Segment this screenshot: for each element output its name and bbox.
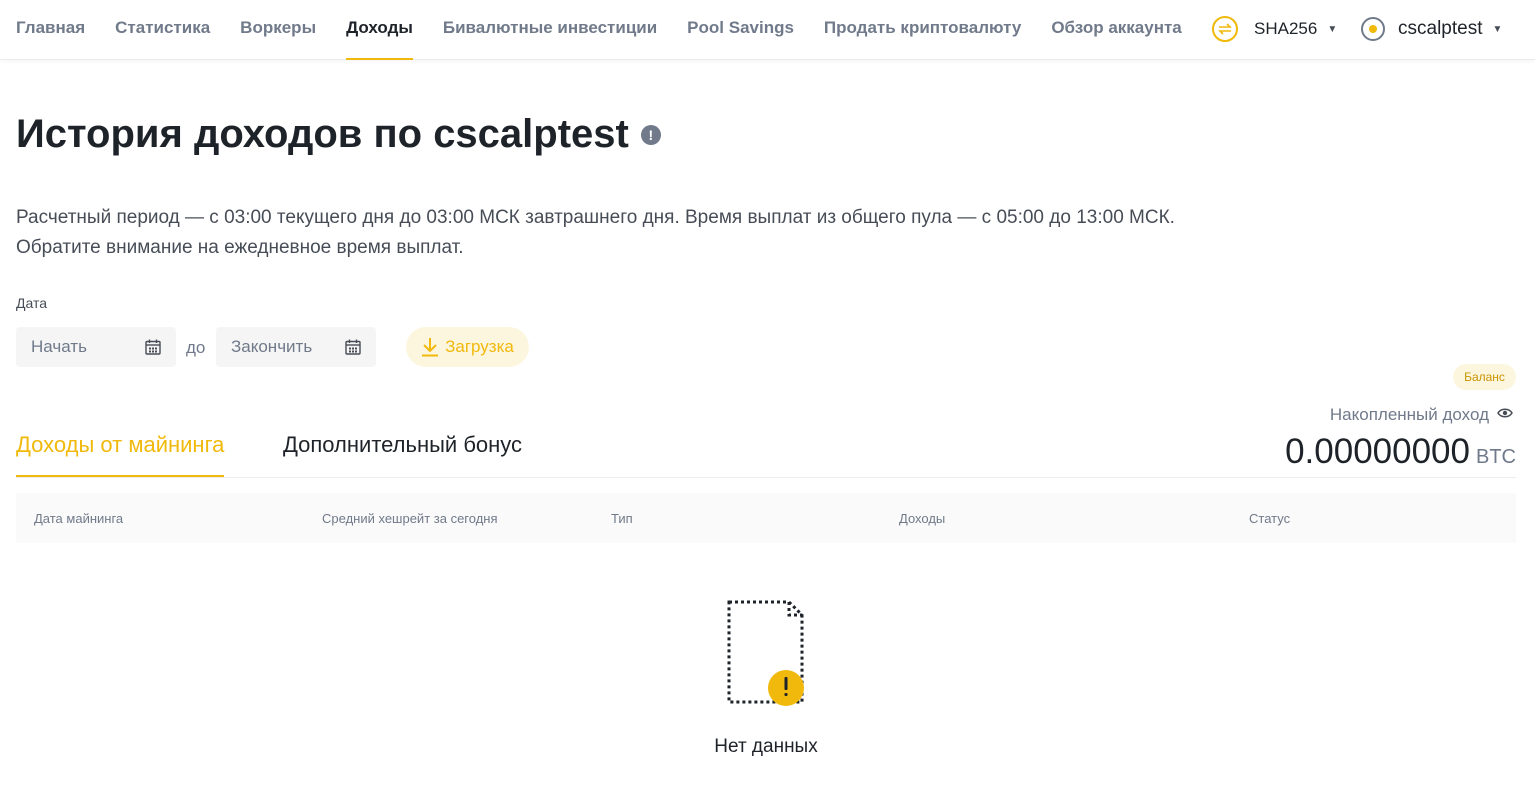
empty-document-icon (727, 600, 804, 706)
top-navigation: Главная Статистика Воркеры Доходы Бивалю… (0, 0, 1535, 60)
download-label: Загрузка (445, 337, 514, 356)
end-date-placeholder: Закончить (231, 337, 313, 356)
column-header-income[interactable]: Доходы (899, 511, 945, 526)
description-line-1: Расчетный период — с 03:00 текущего дня … (16, 207, 1175, 228)
page-title: История доходов по cscalptest ! (16, 112, 661, 157)
download-button[interactable]: Загрузка (406, 327, 529, 367)
start-date-placeholder: Начать (31, 337, 87, 356)
empty-state-text: Нет данных (714, 736, 818, 757)
balance-value: 0.00000000 (1285, 432, 1470, 471)
accumulated-income-label: Накопленный доход (1329, 405, 1489, 424)
balance-amount: 0.00000000 BTC (1285, 432, 1516, 472)
nav-menu: Главная Статистика Воркеры Доходы Бивалю… (16, 0, 1212, 60)
swap-icon (1212, 16, 1238, 42)
calendar-icon (345, 339, 361, 355)
algorithm-selector[interactable]: SHA256 ▼ (1212, 14, 1337, 44)
caret-down-icon: ▼ (1492, 23, 1503, 35)
date-separator: до (186, 338, 206, 357)
tabs-divider (16, 477, 1516, 478)
algorithm-label: SHA256 (1254, 19, 1318, 38)
user-avatar-icon (1361, 17, 1385, 41)
download-icon (422, 338, 439, 357)
nav-item-sell-crypto[interactable]: Продать криптовалюту (824, 0, 1021, 60)
page-description: Расчетный период — с 03:00 текущего дня … (16, 203, 1175, 263)
description-line-2: Обратите внимание на ежедневное время вы… (16, 237, 464, 258)
nav-item-workers[interactable]: Воркеры (240, 0, 316, 60)
column-header-mining-date[interactable]: Дата майнинга (34, 511, 123, 526)
calendar-icon (145, 339, 161, 355)
nav-item-home[interactable]: Главная (16, 0, 85, 60)
nav-item-dual-investment[interactable]: Бивалютные инвестиции (443, 0, 657, 60)
tab-additional-bonus[interactable]: Дополнительный бонус (283, 432, 522, 477)
column-header-type[interactable]: Тип (611, 511, 633, 526)
balance-badge: Баланс (1453, 364, 1516, 390)
page-title-text: История доходов по cscalptest (16, 112, 629, 156)
tab-mining-income[interactable]: Доходы от майнинга (16, 432, 225, 477)
nav-item-statistics[interactable]: Статистика (115, 0, 210, 60)
nav-item-pool-savings[interactable]: Pool Savings (687, 0, 794, 60)
caret-down-icon: ▼ (1327, 23, 1338, 35)
end-date-input[interactable]: Закончить (216, 327, 376, 367)
account-name: cscalptest (1398, 18, 1483, 39)
eye-icon[interactable] (1497, 407, 1513, 419)
column-header-avg-hashrate[interactable]: Средний хешрейт за сегодня (322, 511, 498, 526)
start-date-input[interactable]: Начать (16, 327, 176, 367)
balance-unit: BTC (1476, 446, 1516, 468)
table-header: Дата майнинга Средний хешрейт за сегодня… (16, 493, 1516, 543)
nav-item-account-overview[interactable]: Обзор аккаунта (1051, 0, 1181, 60)
info-icon[interactable]: ! (640, 124, 661, 145)
nav-item-earnings[interactable]: Доходы (346, 0, 413, 60)
account-selector[interactable]: cscalptest ▼ (1361, 14, 1502, 44)
date-label: Дата (16, 295, 48, 311)
column-header-status[interactable]: Статус (1249, 511, 1290, 526)
